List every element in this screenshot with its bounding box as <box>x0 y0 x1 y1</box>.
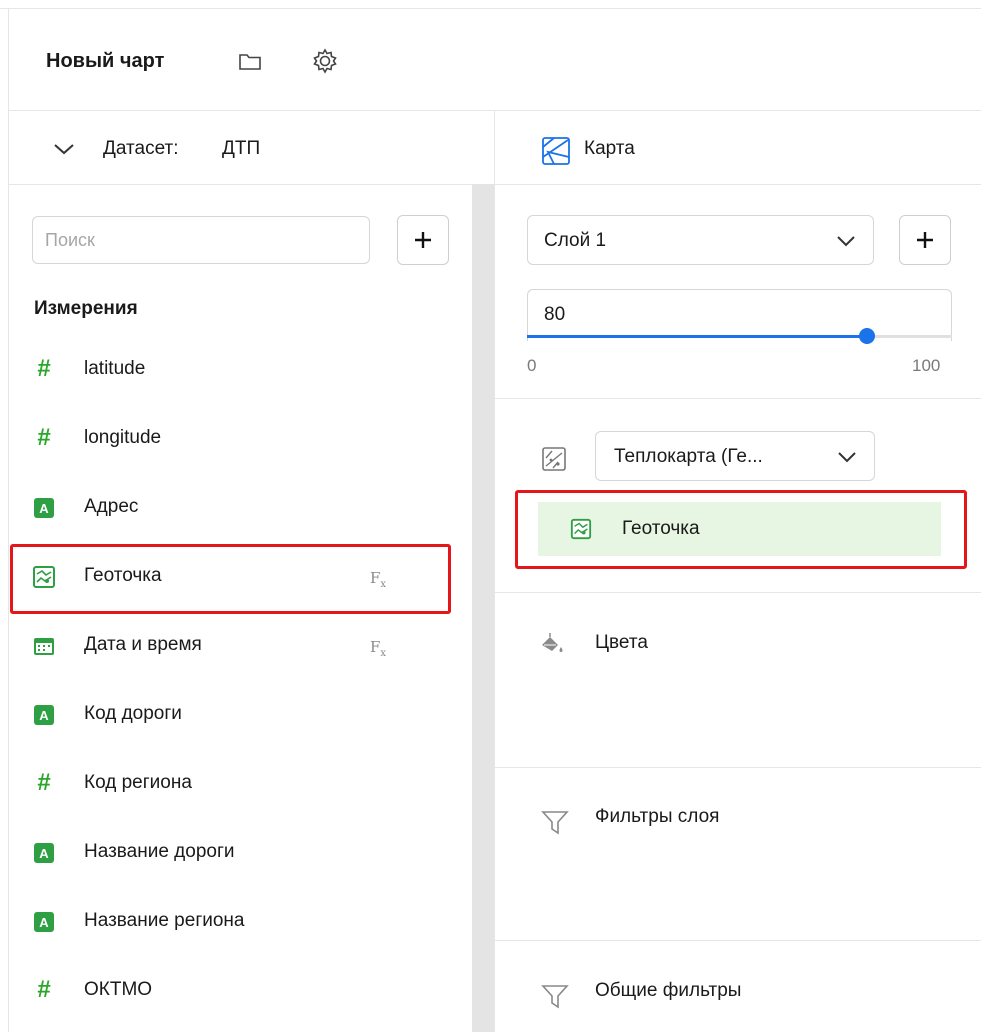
layer-select-value: Слой 1 <box>544 230 607 251</box>
chevron-down-icon[interactable] <box>52 137 76 161</box>
layer-filters-section-title[interactable]: Фильтры слоя <box>595 806 719 828</box>
field-label: Дата и время <box>84 634 202 655</box>
gear-icon[interactable] <box>310 46 340 76</box>
viz-section-divider <box>494 592 981 593</box>
field-label: Адрес <box>84 496 139 517</box>
folder-icon[interactable] <box>237 50 263 72</box>
string-icon: A <box>34 705 54 725</box>
hash-icon: # <box>37 424 51 451</box>
visualization-select-value: Теплокарта (Ге... <box>614 446 763 467</box>
field-label: Название дороги <box>84 841 235 862</box>
dimensions-heading: Измерения <box>34 298 138 319</box>
field-item-longitude[interactable]: # longitude <box>0 414 470 464</box>
slider-min-label: 0 <box>527 356 537 375</box>
hash-icon: # <box>37 769 51 796</box>
add-layer-button[interactable] <box>899 215 951 265</box>
field-label: longitude <box>84 427 162 448</box>
field-item-road-code[interactable]: A Код дороги <box>0 690 470 740</box>
map-icon[interactable] <box>540 135 572 167</box>
paint-bucket-icon <box>537 628 567 658</box>
chart-title: Новый чарт <box>46 50 165 72</box>
string-icon: A <box>34 912 54 932</box>
field-item-region-code[interactable]: # Код региона <box>0 759 470 809</box>
colors-section-divider <box>494 767 981 768</box>
string-icon: A <box>34 843 54 863</box>
add-field-button[interactable] <box>397 215 449 265</box>
chevron-down-icon <box>837 236 855 247</box>
string-icon: A <box>34 498 54 518</box>
panel-divider <box>494 110 495 1032</box>
field-label: Код региона <box>84 772 192 793</box>
field-item-latitude[interactable]: # latitude <box>0 345 470 395</box>
opacity-value: 80 <box>544 304 566 325</box>
search-input[interactable] <box>32 216 370 264</box>
hash-icon: # <box>37 976 51 1003</box>
hash-icon: # <box>37 355 51 382</box>
field-label: Код дороги <box>84 703 182 724</box>
slider-max-label: 100 <box>912 356 941 375</box>
plus-icon <box>415 232 431 248</box>
field-item-address[interactable]: A Адрес <box>0 483 470 533</box>
visualization-select[interactable]: Теплокарта (Ге... <box>595 431 875 481</box>
field-item-region-name[interactable]: A Название региона <box>0 897 470 947</box>
opacity-input[interactable]: 80 <box>527 289 952 341</box>
formula-icon[interactable]: Fx <box>370 638 386 659</box>
scrollbar-track[interactable] <box>472 184 494 1032</box>
chevron-down-icon <box>838 452 856 463</box>
opacity-slider-thumb[interactable] <box>859 328 875 344</box>
field-item-road-name[interactable]: A Название дороги <box>0 828 470 878</box>
filter-icon <box>540 806 570 836</box>
layer-section-divider <box>494 398 981 399</box>
field-item-oktmo[interactable]: # ОКТМО <box>0 966 470 1016</box>
heatmap-icon <box>541 446 567 472</box>
filters-section-divider <box>494 940 981 941</box>
field-item-datetime[interactable]: Дата и время Fx <box>0 621 470 671</box>
dataset-name[interactable]: ДТП <box>222 138 260 160</box>
field-label: latitude <box>84 358 146 379</box>
datetime-icon <box>32 634 56 658</box>
top-border <box>0 8 981 9</box>
common-filters-section-title[interactable]: Общие фильтры <box>595 980 741 1002</box>
viz-type-label[interactable]: Карта <box>584 138 635 160</box>
dataset-label: Датасет: <box>103 138 179 159</box>
opacity-slider-fill <box>527 335 867 338</box>
field-label: Название региона <box>84 910 245 931</box>
plus-icon <box>917 232 933 248</box>
geopoint-field-highlight <box>10 544 451 614</box>
geopoint-chip-highlight <box>515 490 967 569</box>
filter-icon <box>540 980 570 1010</box>
colors-section-title[interactable]: Цвета <box>595 632 648 654</box>
field-label: ОКТМО <box>84 979 153 1000</box>
layer-select[interactable]: Слой 1 <box>527 215 874 265</box>
